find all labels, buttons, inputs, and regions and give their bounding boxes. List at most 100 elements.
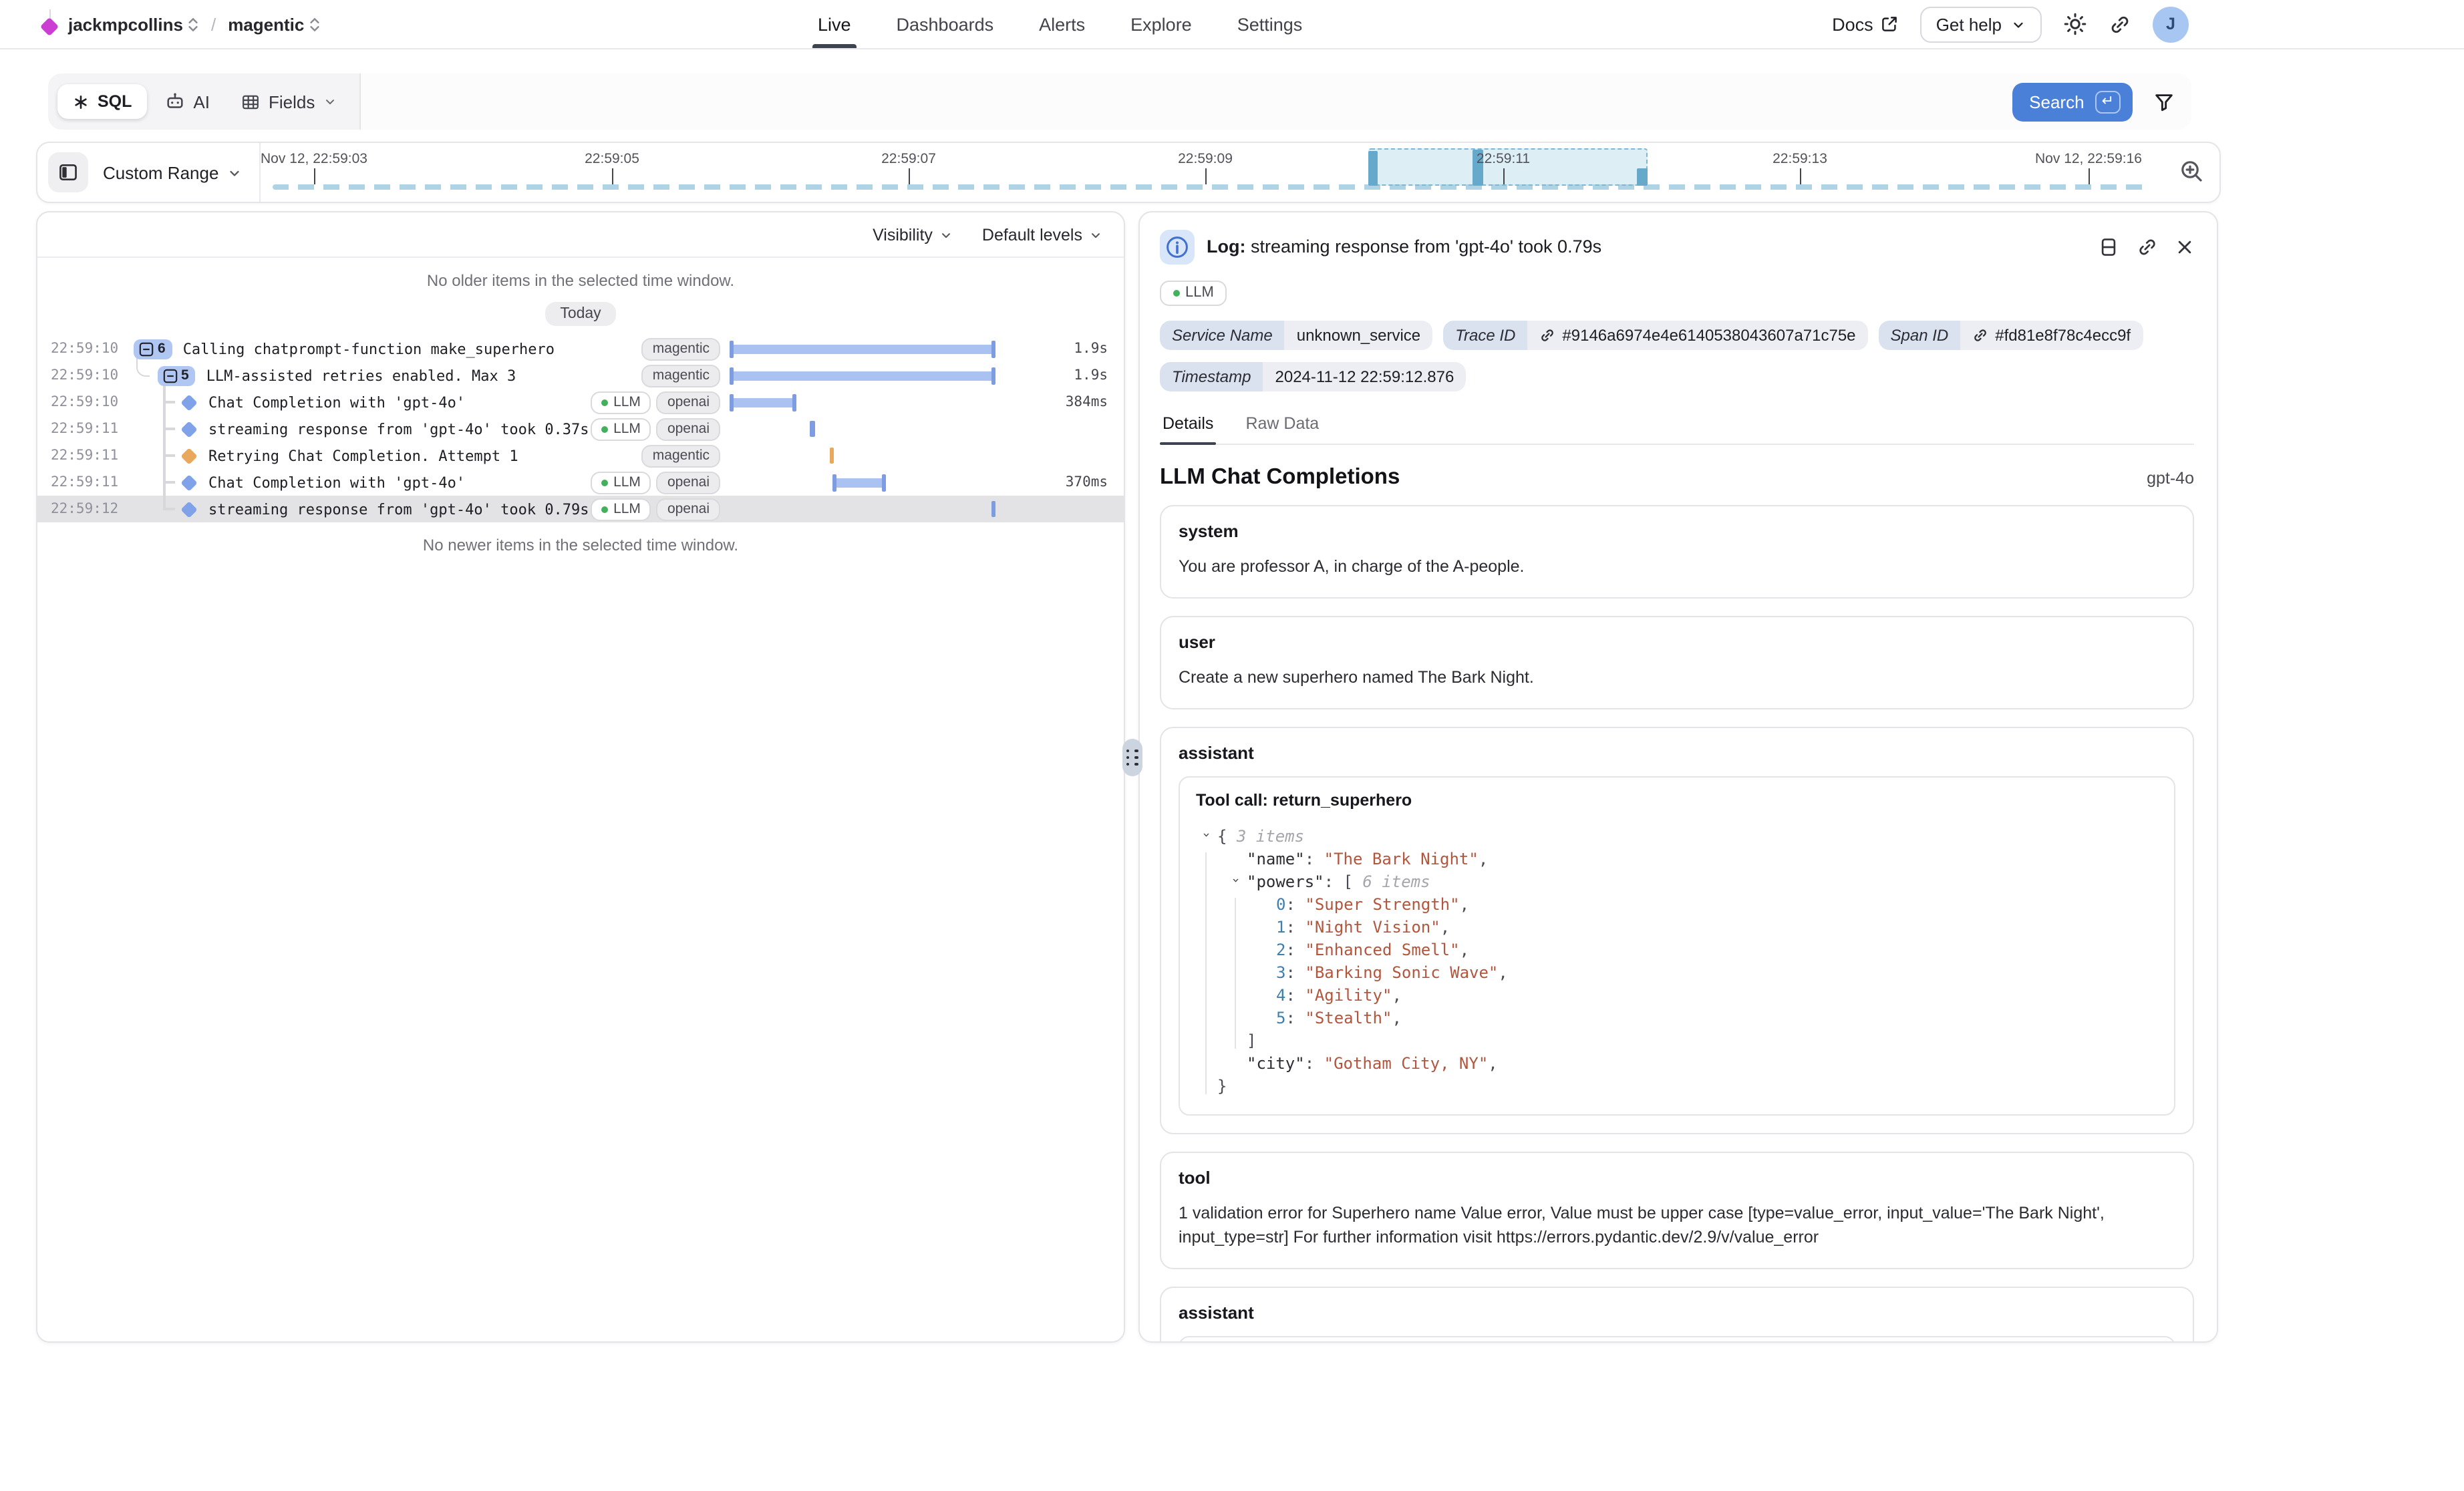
timeline-tick-mark: [1800, 168, 1801, 184]
log-row[interactable]: 22:59:105LLM-assisted retries enabled. M…: [37, 362, 1124, 389]
sql-mode-button[interactable]: SQL: [57, 84, 146, 119]
query-input[interactable]: Search ↵: [359, 73, 2191, 130]
json-line: 3: "Barking Sonic Wave",: [1196, 961, 2158, 984]
screenshot-stage: jackmpcollins / magentic Live Dashboards A…: [0, 0, 2464, 1491]
tab-alerts[interactable]: Alerts: [1039, 0, 1085, 48]
tag-openai[interactable]: openai: [657, 471, 720, 494]
log-row[interactable]: 22:59:10Chat Completion with 'gpt-4o'LLM…: [37, 389, 1124, 416]
model-name: gpt-4o: [2147, 469, 2194, 488]
docs-link[interactable]: Docs: [1832, 14, 1899, 34]
toggle-layout-button[interactable]: [2098, 236, 2119, 258]
green-dot-icon: [601, 479, 608, 486]
custom-range-dropdown[interactable]: Custom Range: [103, 162, 241, 182]
log-row[interactable]: 22:59:11Retrying Chat Completion. Attemp…: [37, 442, 1124, 469]
json-punc: : [: [1324, 872, 1363, 890]
json-line: "name": "The Bark Night",: [1196, 848, 2158, 870]
avatar[interactable]: J: [2153, 6, 2189, 42]
tag-magentic[interactable]: magentic: [642, 337, 720, 360]
json-punc: :: [1285, 1008, 1305, 1027]
json-punc: ,: [1479, 849, 1488, 868]
timeline-tick-mark: [909, 168, 910, 184]
tag-openai[interactable]: openai: [657, 391, 720, 413]
search-button[interactable]: Search ↵: [2012, 82, 2133, 121]
log-row-tags: magentic: [642, 337, 720, 360]
breadcrumb: jackmpcollins / magentic: [40, 0, 320, 48]
log-row[interactable]: 22:59:12streaming response from 'gpt-4o'…: [37, 496, 1124, 522]
json-punc: ,: [1392, 1008, 1401, 1027]
json-line: "city": "Gotham City, NY",: [1196, 1052, 2158, 1075]
json-line: 5: "Stealth",: [1196, 1007, 2158, 1029]
meta-value[interactable]: #9146a6974e4e6140538043607a71c75e: [1527, 321, 1867, 350]
collapse-caret-icon[interactable]: ›: [1195, 830, 1217, 842]
json-line: 0: "Super Strength",: [1196, 893, 2158, 916]
nav-right: Docs Get help J: [1832, 0, 2189, 48]
get-help-button[interactable]: Get help: [1920, 6, 2042, 42]
close-button[interactable]: [2175, 238, 2194, 257]
collapse-badge[interactable]: 6: [134, 339, 172, 359]
log-list-panel: Visibility Default levels No older items…: [36, 211, 1125, 1343]
filter-button[interactable]: [2153, 90, 2175, 113]
log-row-duration: 1.9s: [1030, 367, 1124, 383]
zoom-in-button[interactable]: [2178, 158, 2205, 184]
json-punc: ,: [1392, 985, 1401, 1004]
panel-resize-handle[interactable]: [1122, 739, 1142, 776]
default-levels-dropdown[interactable]: Default levels: [982, 225, 1102, 244]
log-row-time: 22:59:10: [37, 394, 126, 410]
no-newer-items-text: No newer items in the selected time wind…: [37, 536, 1124, 554]
log-row[interactable]: 22:59:11streaming response from 'gpt-4o'…: [37, 416, 1124, 442]
tag-openai[interactable]: openai: [657, 418, 720, 440]
tab-settings[interactable]: Settings: [1237, 0, 1303, 48]
log-row-time: 22:59:11: [37, 474, 126, 490]
org-switcher[interactable]: jackmpcollins: [68, 14, 199, 34]
tag-llm[interactable]: LLM: [591, 498, 651, 520]
json-punc: ,: [1488, 1053, 1497, 1072]
ai-mode-button[interactable]: AI: [150, 83, 223, 120]
toggle-sidebar-button[interactable]: [48, 152, 88, 192]
detail-tab-raw-data[interactable]: Raw Data: [1243, 409, 1322, 444]
timeline-tick-label: Nov 12, 22:59:16: [2035, 151, 2142, 167]
theme-toggle-button[interactable]: [2063, 12, 2087, 36]
visibility-dropdown[interactable]: Visibility: [873, 225, 953, 244]
collapse-caret-icon[interactable]: ›: [1224, 876, 1247, 888]
json-key: "name": [1247, 849, 1305, 868]
tab-dashboards[interactable]: Dashboards: [897, 0, 994, 48]
message-role: tool: [1179, 1167, 2175, 1187]
share-link-button[interactable]: [2109, 13, 2131, 35]
project-switcher[interactable]: magentic: [228, 14, 320, 34]
tool-call-card: Tool call: return_superhero›{ 3 items"na…: [1179, 776, 2175, 1115]
close-icon: [2175, 238, 2194, 257]
meta-label: Service Name: [1160, 321, 1285, 350]
custom-range-label: Custom Range: [103, 162, 218, 182]
copy-link-button[interactable]: [2137, 236, 2158, 258]
tag-llm[interactable]: LLM: [591, 471, 651, 494]
link-icon: [2109, 13, 2131, 35]
logfire-logo-icon[interactable]: [40, 12, 59, 36]
timeline-track[interactable]: Nov 12, 22:59:0322:59:0522:59:0722:59:09…: [37, 143, 2219, 202]
meta-value[interactable]: #fd81e8f78c4ecc9f: [1960, 321, 2143, 350]
log-row-message: streaming response from 'gpt-4o' took 0.…: [208, 420, 589, 438]
tab-live[interactable]: Live: [818, 0, 851, 48]
tag-magentic[interactable]: magentic: [642, 444, 720, 467]
detail-tab-details[interactable]: Details: [1160, 409, 1216, 444]
log-row[interactable]: 22:59:11Chat Completion with 'gpt-4o'LLM…: [37, 469, 1124, 496]
tab-explore[interactable]: Explore: [1130, 0, 1192, 48]
tag-llm[interactable]: LLM: [591, 418, 651, 440]
waterfall-tick: [810, 421, 815, 437]
timeline-tick-mark: [1503, 168, 1505, 184]
tag-magentic[interactable]: magentic: [642, 364, 720, 387]
log-row[interactable]: 22:59:106Calling chatprompt-function mak…: [37, 335, 1124, 362]
fields-button[interactable]: Fields: [227, 84, 349, 120]
collapse-minus-icon: [162, 368, 177, 383]
message-card-assistant: assistantTool call: return_superhero›{ 3…: [1160, 726, 2194, 1134]
json-str: "Night Vision": [1305, 917, 1440, 936]
green-dot-icon: [1173, 290, 1180, 297]
tag-llm[interactable]: LLM: [591, 391, 651, 413]
tag-llm[interactable]: LLM: [1160, 281, 1227, 306]
waterfall-bar: [834, 478, 885, 487]
json-idx: 1: [1276, 917, 1285, 936]
tag-openai[interactable]: openai: [657, 498, 720, 520]
message-role: system: [1179, 521, 2175, 541]
message-card-system: systemYou are professor A, in charge of …: [1160, 505, 2194, 599]
meta-trace-id: Trace ID#9146a6974e4e6140538043607a71c75…: [1443, 321, 1867, 350]
collapse-badge[interactable]: 5: [157, 365, 196, 385]
